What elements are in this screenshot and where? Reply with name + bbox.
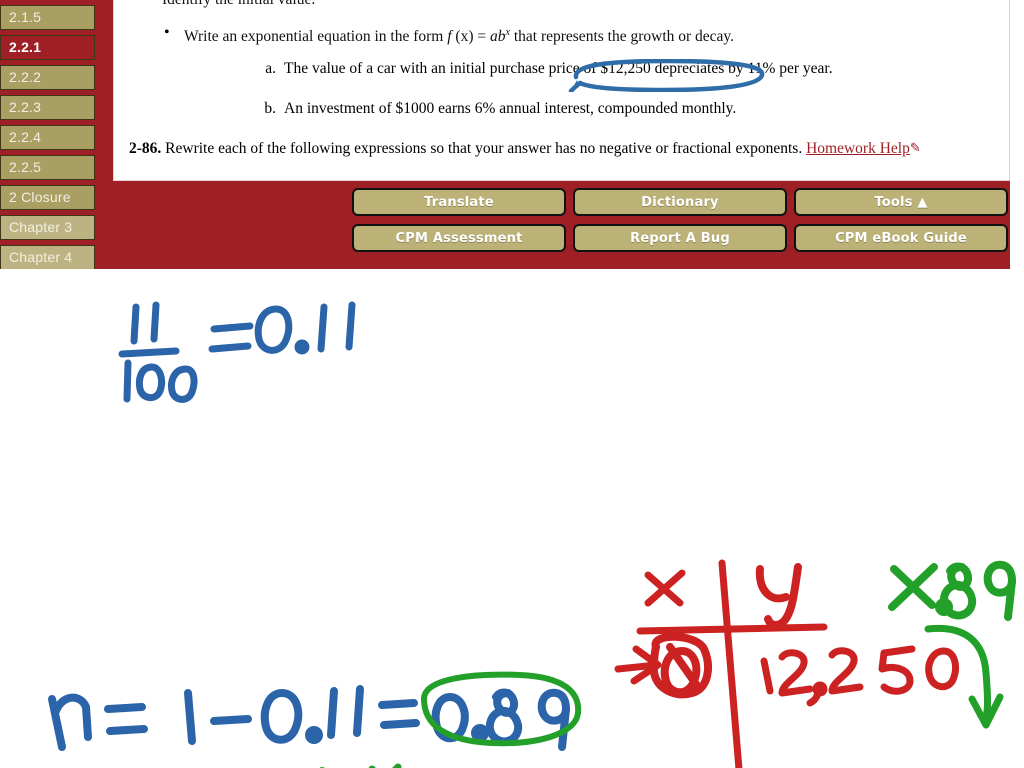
red-table-header-y <box>755 563 802 630</box>
ebook-app-chrome: 2.1.4 2.1.5 2.2.1 2.2.2 2.2.3 2.2.4 2.2.… <box>0 0 1010 269</box>
bullet-instruction-text: Write an exponential equation in the for… <box>184 23 734 46</box>
sidebar-item-2-closure[interactable]: 2 Closure <box>0 185 95 210</box>
bullet-marker-icon: • <box>164 24 170 41</box>
cpm-ebook-guide-button[interactable]: CPM eBook Guide <box>794 224 1008 252</box>
sidebar-item-label: 2.1.5 <box>9 9 42 25</box>
bullet-text-after: that represents the growth or decay. <box>509 28 735 46</box>
blue-rate-equation <box>48 685 570 751</box>
sidebar-item-label: 2.2.1 <box>9 39 42 55</box>
problem-2-86: 2-86. Rewrite each of the following expr… <box>129 137 999 160</box>
sidebar-item-label: 2 Closure <box>9 189 71 205</box>
math-ab: ab <box>490 28 506 46</box>
red-table-header-x <box>644 569 686 607</box>
sidebar-item-label: 2.2.2 <box>9 69 42 85</box>
ebook-toolbar: Translate Dictionary Tools ▲ CPM Assessm… <box>352 188 1008 252</box>
sidebar-item-chapter-3[interactable]: Chapter 3 <box>0 215 95 240</box>
pencil-icon: ✎ <box>909 140 921 155</box>
homework-help-link[interactable]: Homework Help <box>806 140 910 157</box>
sidebar-item-chapter-4[interactable]: Chapter 4 <box>0 245 95 269</box>
sidebar-item-label: Chapter 3 <box>9 219 73 235</box>
problem-text: Rewrite each of the following expression… <box>165 140 803 157</box>
sidebar-item-label: 2.2.3 <box>9 99 42 115</box>
blue-equals-1 <box>208 322 254 353</box>
problem-number: 2-86. <box>129 140 162 157</box>
sidebar-item-2-2-4[interactable]: 2.2.4 <box>0 125 95 150</box>
math-paren-x: (x) = <box>451 28 490 46</box>
sidebar-item-2-2-5[interactable]: 2.2.5 <box>0 155 95 180</box>
lesson-content-panel: Identify the initial value. • Write an e… <box>113 0 1010 181</box>
dictionary-button[interactable]: Dictionary <box>573 188 787 216</box>
item-text: An investment of $1000 earns 6% annual i… <box>284 100 737 117</box>
item-text: The value of a car with an initial purch… <box>284 60 833 77</box>
cpm-assessment-button[interactable]: CPM Assessment <box>352 224 566 252</box>
handwriting-canvas <box>0 269 1024 768</box>
blue-value-0-11 <box>254 301 356 355</box>
sidebar-item-label: 2.2.5 <box>9 159 42 175</box>
sidebar-navigation: 2.1.4 2.1.5 2.2.1 2.2.2 2.2.3 2.2.4 2.2.… <box>0 0 95 269</box>
bullet-text-before: Write an exponential equation in the for… <box>184 28 448 46</box>
item-label: b. <box>264 100 276 117</box>
sidebar-item-2-2-2[interactable]: 2.2.2 <box>0 65 95 90</box>
report-a-bug-button[interactable]: Report A Bug <box>573 224 787 252</box>
sidebar-item-2-2-3[interactable]: 2.2.3 <box>0 95 95 120</box>
item-label: a. <box>265 60 276 77</box>
red-table-cell-y-12250 <box>760 645 960 707</box>
translate-button[interactable]: Translate <box>352 188 566 216</box>
clipped-instruction-line: Identify the initial value. <box>162 0 315 9</box>
sidebar-item-2-1-5[interactable]: 2.1.5 <box>0 5 95 30</box>
sidebar-item-2-2-1[interactable]: 2.2.1 <box>0 35 95 60</box>
tools-button[interactable]: Tools ▲ <box>794 188 1008 216</box>
blue-fraction-11-over-100 <box>118 301 198 403</box>
green-curved-arrow <box>924 624 1004 729</box>
handwriting-strokes <box>48 301 1016 768</box>
sidebar-item-label: 2.2.4 <box>9 129 42 145</box>
green-multiplier-note <box>888 560 1016 621</box>
red-table-cell-x-0 <box>660 643 702 697</box>
sidebar-item-label: Chapter 4 <box>9 249 73 265</box>
